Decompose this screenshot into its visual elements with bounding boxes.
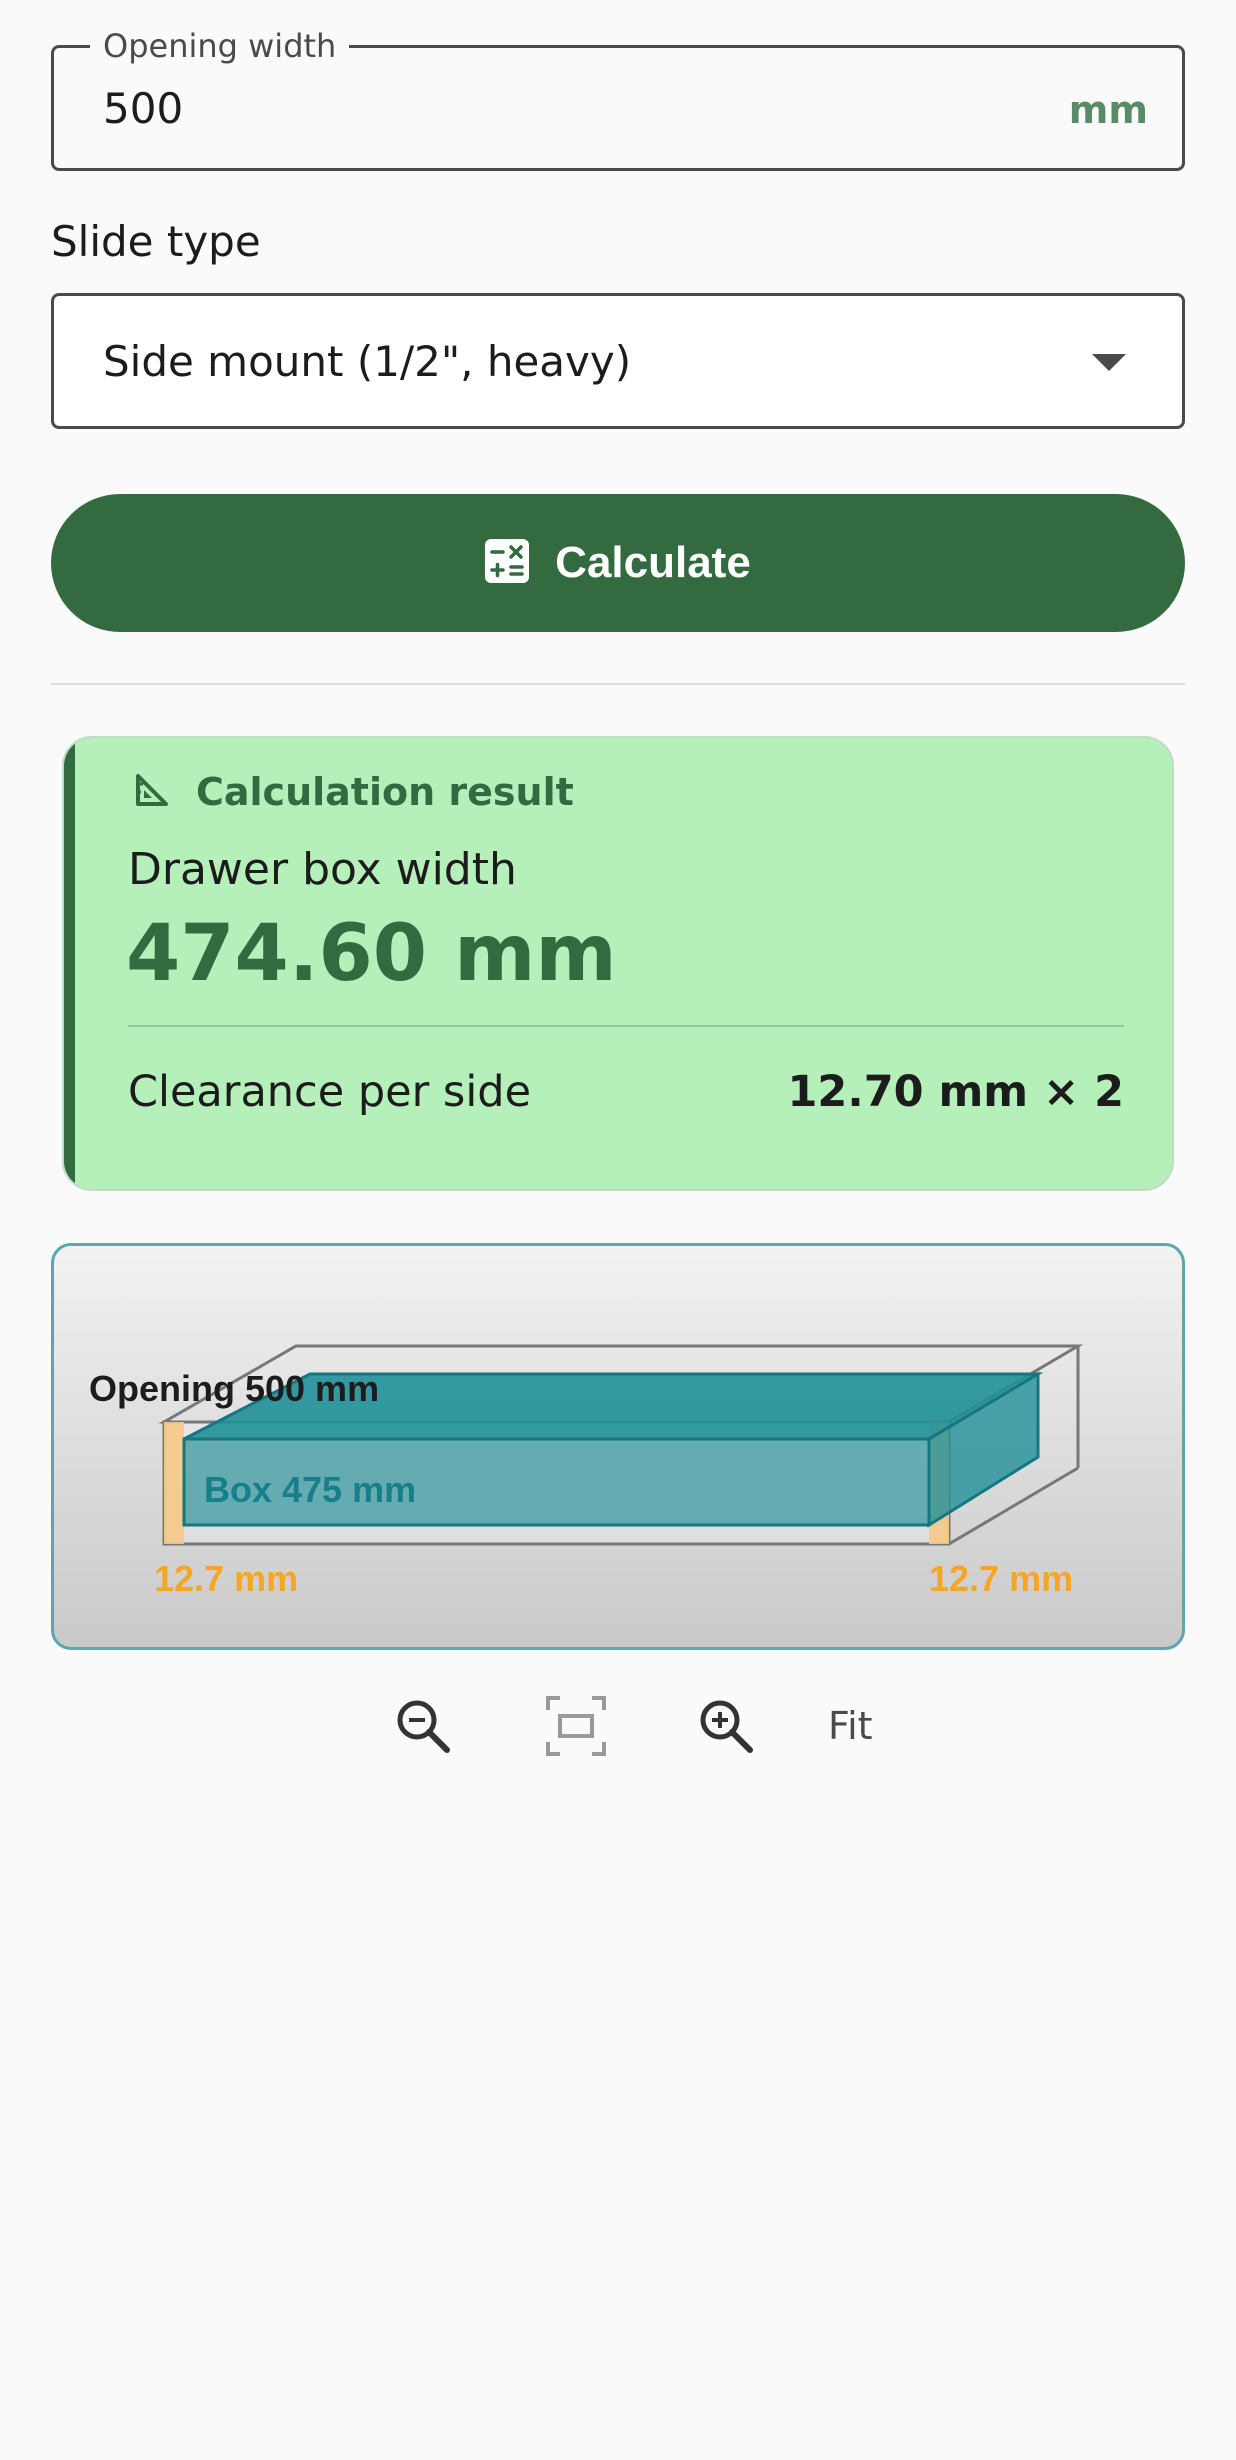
drawer-diagram-svg: Opening 500 mm Box 475 mm 12.7 mm 12.7 m… <box>89 1344 1084 1599</box>
result-card: Calculation result Drawer box width 474.… <box>62 736 1174 1191</box>
right-clearance-label: 12.7 mm <box>929 1558 1073 1599</box>
result-separator <box>128 1025 1124 1027</box>
calculate-label: Calculate <box>555 538 751 587</box>
slide-type-label: Slide type <box>51 217 261 266</box>
result-header: Calculation result <box>134 768 574 816</box>
opening-width-field[interactable]: Opening width 500 mm <box>51 26 1185 171</box>
result-heading: Calculation result <box>196 770 574 814</box>
calculator-icon <box>485 539 530 587</box>
box-width-value: 474.60 mm <box>126 909 617 999</box>
zoom-out-icon[interactable] <box>387 1690 459 1762</box>
zoom-controls: Fit <box>0 1690 1236 1762</box>
left-clearance-label: 12.7 mm <box>154 1558 298 1599</box>
fit-button[interactable]: Fit <box>828 1702 873 1750</box>
opening-label: Opening 500 mm <box>89 1368 379 1409</box>
result-accent-bar <box>64 738 75 1189</box>
drawer-diagram[interactable]: Opening 500 mm Box 475 mm 12.7 mm 12.7 m… <box>51 1243 1185 1650</box>
box-width-label: Drawer box width <box>128 844 517 895</box>
opening-width-value[interactable]: 500 <box>103 84 183 134</box>
box-label: Box 475 mm <box>204 1469 416 1510</box>
clearance-label: Clearance per side <box>128 1067 532 1117</box>
slide-type-value: Side mount (1/2", heavy) <box>103 337 632 386</box>
set-square-icon <box>134 772 170 812</box>
left-clearance-strip <box>164 1422 184 1544</box>
dropdown-arrow-icon <box>1092 354 1126 371</box>
section-divider <box>51 683 1185 685</box>
calculate-button[interactable]: Calculate <box>51 494 1185 632</box>
clearance-value: 12.70 mm × 2 <box>787 1067 1124 1117</box>
zoom-in-icon[interactable] <box>690 1690 762 1762</box>
opening-width-unit: mm <box>1068 88 1148 132</box>
fit-screen-icon[interactable] <box>540 1690 612 1762</box>
opening-width-label: Opening width <box>90 26 350 66</box>
slide-type-select[interactable]: Side mount (1/2", heavy) <box>51 293 1185 429</box>
